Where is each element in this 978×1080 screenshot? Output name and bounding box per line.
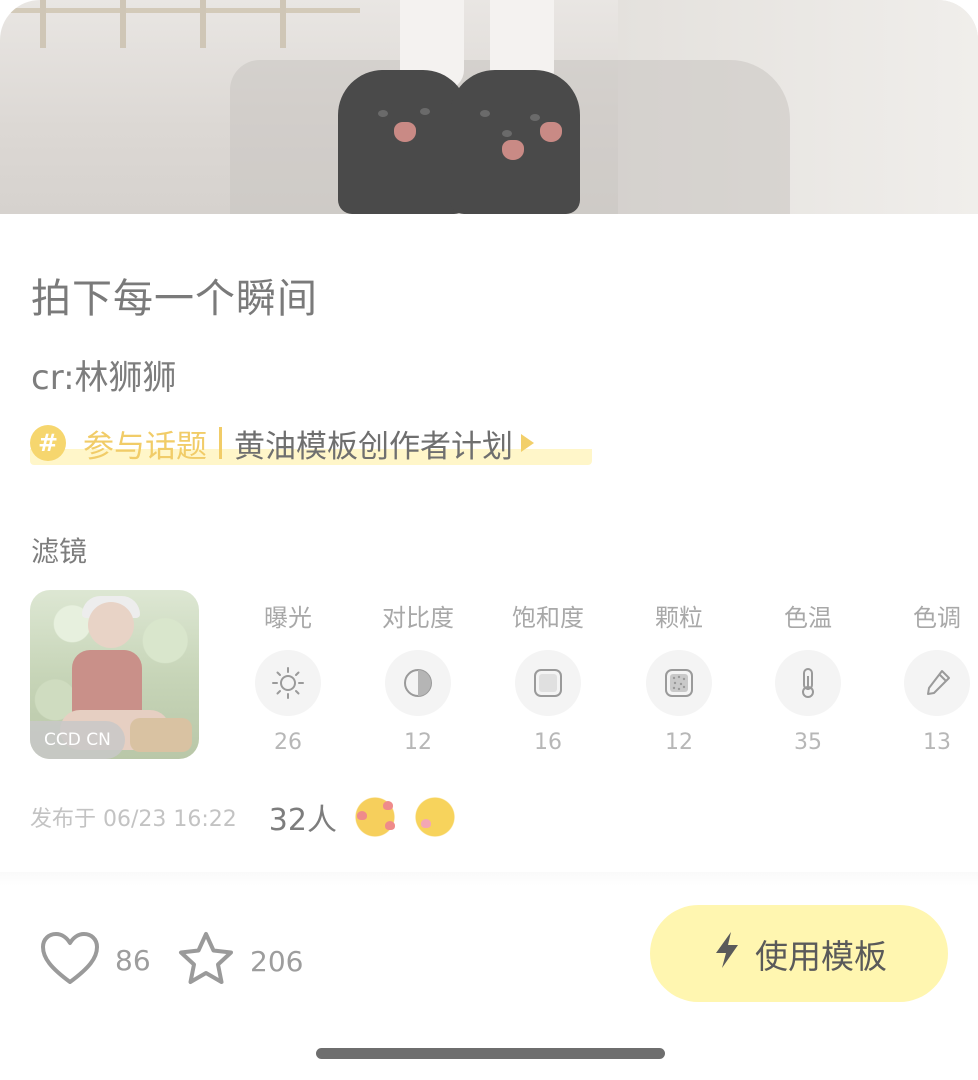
- favorite-count: 206: [250, 944, 304, 978]
- saturation-icon: [515, 650, 581, 716]
- param-label: 饱和度: [512, 604, 584, 632]
- railing-post: [120, 0, 126, 48]
- shoe-left: [338, 70, 468, 214]
- filter-preset-thumbnail[interactable]: CCD CN: [30, 590, 199, 759]
- reaction-count[interactable]: 32人: [269, 795, 337, 839]
- section-divider: [0, 872, 978, 886]
- hashtag-icon: #: [30, 425, 66, 461]
- thermometer-icon: [775, 650, 841, 716]
- param-label: 色调: [913, 604, 961, 632]
- param-value: 13: [923, 730, 951, 755]
- dropper-icon: [904, 650, 970, 716]
- filter-section-label: 滤镜: [31, 535, 88, 568]
- use-template-button[interactable]: 使用模板: [650, 905, 948, 1002]
- param-tint: 色调 13: [887, 598, 978, 755]
- favorite-action[interactable]: 206: [176, 930, 303, 992]
- post-title: 拍下每一个瞬间: [31, 276, 318, 322]
- post-meta: 发布于 06/23 16:22 32人: [30, 795, 457, 839]
- param-exposure: 曝光 26: [238, 598, 338, 755]
- topic-join-label: 参与话题: [83, 428, 207, 465]
- railing-post: [200, 0, 206, 48]
- filter-preset-name: CCD CN: [30, 721, 125, 759]
- param-temperature: 色温 35: [758, 598, 858, 755]
- param-value: 12: [404, 730, 432, 755]
- param-contrast: 对比度 12: [368, 598, 468, 755]
- play-arrow-icon: [521, 434, 534, 452]
- param-label: 曝光: [264, 604, 312, 632]
- railing-post: [40, 0, 46, 48]
- post-credit: cr:林狮狮: [31, 358, 177, 398]
- param-saturation: 饱和度 16: [498, 598, 598, 755]
- publish-date: 发布于 06/23 16:22: [30, 807, 237, 832]
- param-label: 对比度: [382, 604, 454, 632]
- shoe-right: [450, 70, 580, 214]
- thumb-basket: [130, 718, 192, 752]
- topic-name: 黄油模板创作者计划: [234, 428, 513, 465]
- sun-icon: [255, 650, 321, 716]
- topic-separator: [219, 427, 222, 459]
- param-value: 26: [274, 730, 302, 755]
- use-template-label: 使用模板: [755, 936, 887, 976]
- grain-icon: [646, 650, 712, 716]
- param-grain: 颗粒 12: [629, 598, 729, 755]
- contrast-icon: [385, 650, 451, 716]
- like-count: 86: [115, 943, 151, 977]
- smiling-hearts-emoji-icon: [352, 797, 397, 837]
- railing-decoration: [0, 8, 360, 13]
- param-value: 16: [534, 730, 562, 755]
- param-value: 12: [665, 730, 693, 755]
- topic-tag[interactable]: # 参与话题 黄油模板创作者计划: [30, 421, 592, 465]
- thumb-head: [88, 602, 134, 648]
- like-action[interactable]: 86: [39, 930, 151, 990]
- heart-icon[interactable]: [39, 930, 101, 990]
- home-indicator[interactable]: [316, 1048, 665, 1059]
- star-icon[interactable]: [176, 930, 236, 992]
- hero-photo[interactable]: [0, 0, 978, 214]
- railing-post: [280, 0, 286, 48]
- param-value: 35: [794, 730, 822, 755]
- hugging-face-emoji-icon: [412, 797, 457, 837]
- param-label: 色温: [784, 604, 832, 632]
- param-label: 颗粒: [655, 604, 703, 632]
- lightning-icon: [711, 930, 743, 978]
